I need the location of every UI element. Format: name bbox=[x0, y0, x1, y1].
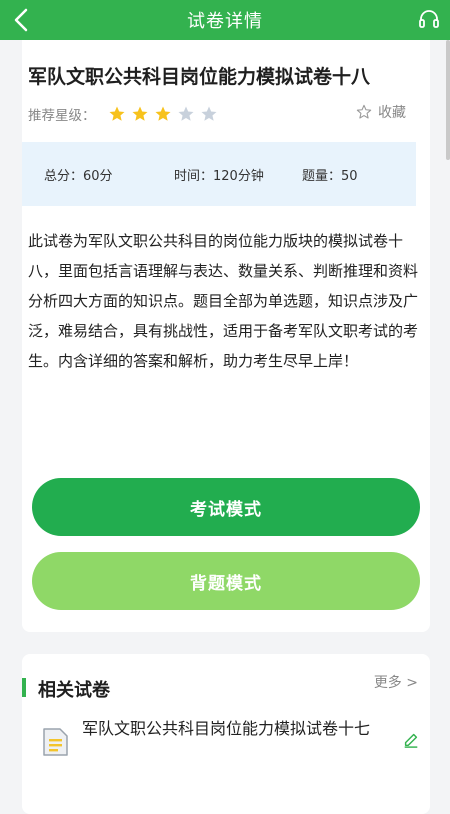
top-bar: 试卷详情 bbox=[0, 0, 450, 40]
pencil-icon[interactable] bbox=[402, 730, 420, 748]
star-outline-icon bbox=[356, 104, 372, 119]
star-filled-icon bbox=[155, 106, 171, 121]
rating-stars bbox=[108, 105, 218, 123]
related-exams-card: 相关试卷 更多 > 军队文职公共科目岗位能力模拟试卷十七 bbox=[22, 654, 430, 814]
more-link[interactable]: 更多 > bbox=[374, 672, 418, 692]
favorite-button[interactable]: 收藏 bbox=[356, 102, 406, 122]
question-count: 题量：50 bbox=[302, 169, 358, 184]
exam-title: 军队文职公共科目岗位能力模拟试卷十八 bbox=[28, 66, 371, 88]
total-score: 总分：60分 bbox=[44, 169, 113, 184]
rating-row: 推荐星级： bbox=[28, 104, 408, 124]
star-empty-icon bbox=[178, 106, 194, 121]
star-filled-icon bbox=[132, 106, 148, 121]
exam-mode-button[interactable]: 考试模式 bbox=[32, 478, 420, 536]
section-accent-bar bbox=[22, 678, 26, 697]
star-empty-icon bbox=[201, 106, 217, 121]
exam-detail-card: 军队文职公共科目岗位能力模拟试卷十八 推荐星级： 收藏 总分：60分 时间：12… bbox=[22, 40, 430, 632]
headset-icon[interactable] bbox=[418, 8, 440, 30]
page-title: 试卷详情 bbox=[187, 11, 263, 32]
star-filled-icon bbox=[109, 106, 125, 121]
related-exam-title: 军队文职公共科目岗位能力模拟试卷十七 bbox=[82, 719, 371, 738]
favorite-label: 收藏 bbox=[378, 105, 406, 121]
related-exam-item[interactable]: 军队文职公共科目岗位能力模拟试卷十七 bbox=[22, 714, 430, 794]
scrollbar[interactable] bbox=[446, 40, 450, 160]
recite-mode-button[interactable]: 背题模式 bbox=[32, 552, 420, 610]
rating-label: 推荐星级： bbox=[28, 108, 96, 124]
related-title: 相关试卷 bbox=[38, 680, 110, 701]
exam-info-box: 总分：60分 时间：120分钟 题量：50 bbox=[22, 142, 416, 206]
back-chevron-icon[interactable] bbox=[8, 6, 36, 34]
exam-description: 此试卷为军队文职公共科目的岗位能力版块的模拟试卷十八，里面包括言语理解与表达、数… bbox=[28, 232, 419, 370]
exam-time: 时间：120分钟 bbox=[174, 169, 264, 184]
document-icon bbox=[43, 728, 68, 756]
